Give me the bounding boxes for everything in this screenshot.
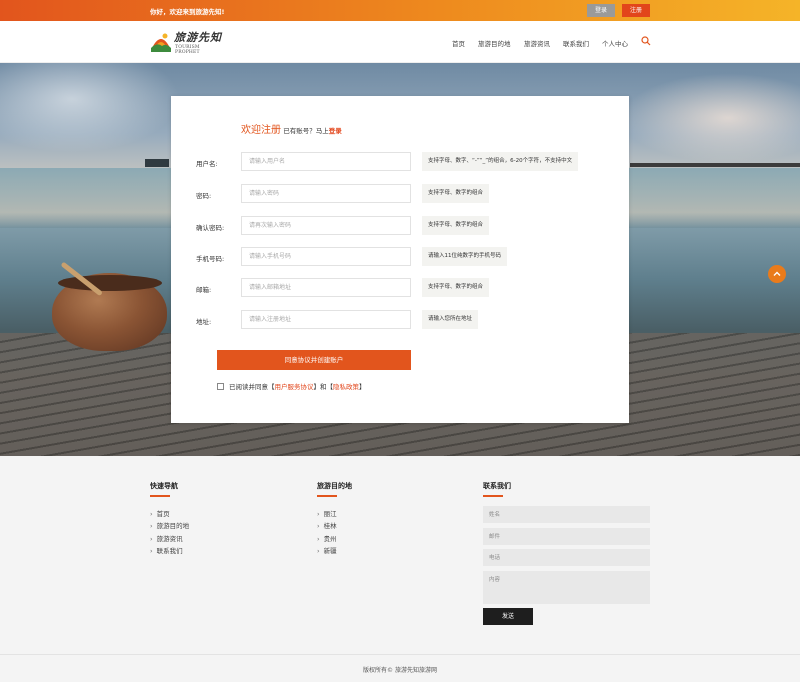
agreement-checkbox[interactable] — [217, 383, 224, 390]
hero-pier — [630, 163, 800, 167]
phone-label: 手机号码: — [196, 255, 225, 263]
username-input[interactable] — [241, 152, 411, 171]
chevron-right-icon: › — [317, 522, 320, 530]
chevron-right-icon: › — [150, 510, 153, 518]
password-input[interactable] — [241, 184, 411, 203]
footer-link-home[interactable]: › 首页 — [150, 508, 170, 518]
contact-email-input[interactable] — [483, 528, 650, 545]
site-logo[interactable]: 旅游先知 TOURISM PROPHET — [150, 26, 226, 58]
form-row-password: 密码: 支持字母、数字的组合 — [171, 184, 629, 204]
copyright-bar: 版权所有© 旅游先知旅游网 — [0, 654, 800, 682]
address-hint: 请输入您所在地址 — [422, 310, 479, 329]
send-button[interactable]: 发送 — [483, 608, 533, 625]
contact-phone-input[interactable] — [483, 549, 650, 566]
footer-link-xinjiang[interactable]: › 新疆 — [317, 545, 337, 555]
footer: 快速导航 › 首页 › 旅游目的地 › 旅游资讯 › 联系我们 旅游目的地 › 丽江 › 桂… — [0, 456, 800, 654]
agree-prefix: 已阅读并同意【 — [229, 383, 275, 391]
footer-link-news[interactable]: › 旅游资讯 — [150, 533, 183, 543]
form-row-email: 邮箱: 支持字母、数字的组合 — [171, 278, 629, 298]
contact-content-textarea[interactable] — [483, 571, 650, 604]
confirm-password-label: 确认密码: — [196, 224, 225, 232]
footer-contact-title: 联系我们 — [483, 482, 511, 497]
form-row-phone: 手机号码: 请输入11位纯数字的手机号码 — [171, 247, 629, 267]
password-label: 密码: — [196, 192, 212, 200]
footer-link-contact[interactable]: › 联系我们 — [150, 545, 183, 555]
footer-link-lijiang[interactable]: › 丽江 — [317, 508, 337, 518]
username-hint: 支持字母、数字、“-”“_”的组合，6-20个字符，不支持中文 — [422, 152, 579, 171]
footer-quicknav-title: 快速导航 — [150, 482, 178, 497]
username-label: 用户名: — [196, 160, 218, 168]
nav-news[interactable]: 旅游资讯 — [524, 38, 550, 48]
create-account-button[interactable]: 同意协议并创建账户 — [217, 350, 411, 370]
register-button[interactable]: 注册 — [622, 4, 650, 17]
search-icon[interactable] — [641, 36, 651, 46]
copyright-text: 版权所有© 旅游先知旅游网 — [363, 667, 437, 674]
register-card: 欢迎注册 已有账号？马上登录 用户名: 支持字母、数字、“-”“_”的组合，6-… — [171, 96, 629, 423]
top-bar: 你好，欢迎来到旅游先知! 登录 注册 — [0, 0, 800, 21]
chevron-right-icon: › — [150, 535, 153, 543]
logo-title: 旅游先知 — [174, 31, 222, 44]
chevron-right-icon: › — [317, 510, 320, 518]
email-input[interactable] — [241, 278, 411, 297]
address-label: 地址: — [196, 318, 212, 326]
footer-destinations-title: 旅游目的地 — [317, 482, 352, 497]
heading-login-link[interactable]: 登录 — [329, 127, 342, 135]
scroll-top-button[interactable] — [768, 265, 786, 283]
login-button[interactable]: 登录 — [587, 4, 615, 17]
form-row-confirm-password: 确认密码: 支持字母、数字的组合 — [171, 216, 629, 236]
register-heading: 欢迎注册 已有账号？马上登录 — [241, 121, 342, 136]
header: 旅游先知 TOURISM PROPHET 首页 旅游目的地 旅游资讯 联系我们 … — [0, 21, 800, 63]
hero-cloud — [0, 63, 180, 153]
user-agreement-link[interactable]: 用户服务协议 — [275, 383, 314, 391]
agree-suffix: 】 — [359, 383, 366, 391]
chevron-right-icon: › — [317, 535, 320, 543]
email-hint: 支持字母、数字的组合 — [422, 278, 490, 297]
form-row-username: 用户名: 支持字母、数字、“-”“_”的组合，6-20个字符，不支持中文 — [171, 152, 629, 172]
footer-link-guizhou[interactable]: › 贵州 — [317, 533, 337, 543]
nav-destinations[interactable]: 旅游目的地 — [478, 38, 511, 48]
address-input[interactable] — [241, 310, 411, 329]
chevron-right-icon: › — [150, 522, 153, 530]
chevron-up-icon — [773, 271, 781, 276]
phone-hint: 请输入11位纯数字的手机号码 — [422, 247, 507, 266]
logo-subtitle: TOURISM PROPHET — [175, 45, 200, 55]
nav-contact[interactable]: 联系我们 — [563, 38, 589, 48]
confirm-password-hint: 支持字母、数字的组合 — [422, 216, 490, 235]
privacy-policy-link[interactable]: 隐私政策 — [333, 383, 359, 391]
agreement-row: 已阅读并同意【用户服务协议】和【隐私政策】 — [217, 381, 366, 391]
agree-mid: 】和【 — [313, 383, 334, 391]
footer-link-destinations[interactable]: › 旅游目的地 — [150, 520, 189, 530]
chevron-right-icon: › — [150, 547, 153, 555]
hero-bowl-rim — [58, 275, 162, 291]
footer-link-guilin[interactable]: › 桂林 — [317, 520, 337, 530]
welcome-text: 你好，欢迎来到旅游先知! — [150, 8, 225, 16]
confirm-password-input[interactable] — [241, 216, 411, 235]
email-label: 邮箱: — [196, 286, 212, 294]
chevron-right-icon: › — [317, 547, 320, 555]
heading-main: 欢迎注册 — [241, 125, 281, 136]
hero-hut — [145, 159, 169, 167]
contact-name-input[interactable] — [483, 506, 650, 523]
logo-mark-icon — [151, 33, 171, 52]
heading-sub: 已有账号？马上 — [283, 127, 329, 135]
nav-profile[interactable]: 个人中心 — [602, 38, 628, 48]
form-row-address: 地址: 请输入您所在地址 — [171, 310, 629, 330]
nav-home[interactable]: 首页 — [452, 38, 465, 48]
phone-input[interactable] — [241, 247, 411, 266]
hero-cloud — [620, 73, 800, 163]
password-hint: 支持字母、数字的组合 — [422, 184, 490, 203]
